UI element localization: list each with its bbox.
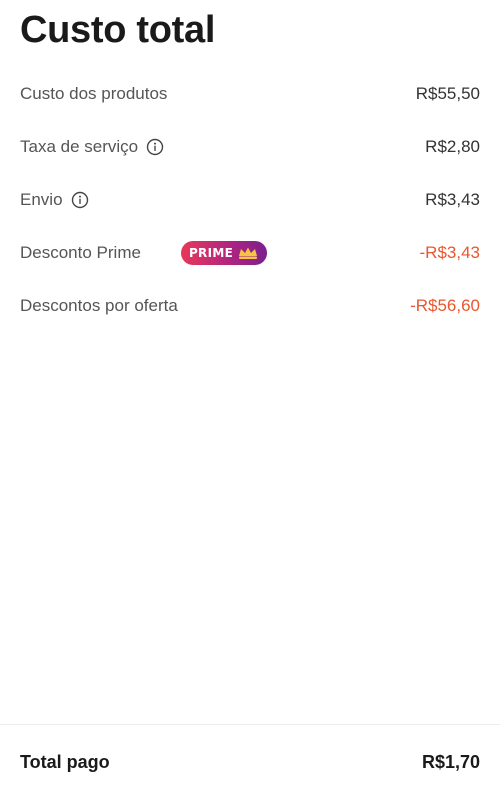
total-paid-row: Total pago R$1,70 bbox=[20, 747, 480, 777]
row-left: Desconto Prime PRIME bbox=[20, 241, 268, 265]
cost-row-offer-discounts: Descontos por oferta -R$56,60 bbox=[20, 291, 480, 321]
info-icon[interactable] bbox=[71, 191, 89, 209]
row-label: Envio bbox=[20, 190, 63, 209]
row-label: Custo dos produtos bbox=[20, 84, 168, 103]
row-left: Envio bbox=[20, 190, 89, 210]
row-left: Taxa de serviço bbox=[20, 137, 164, 157]
row-label: Desconto Prime bbox=[20, 243, 141, 262]
cost-row-products: Custo dos produtos R$55,50 bbox=[20, 79, 480, 109]
cost-row-shipping: Envio R$3,43 bbox=[20, 185, 480, 215]
row-value: R$2,80 bbox=[425, 137, 480, 156]
prime-badge-label: PRIME bbox=[188, 246, 234, 260]
info-icon[interactable] bbox=[146, 138, 164, 156]
total-label: Total pago bbox=[20, 751, 110, 772]
row-left: Custo dos produtos bbox=[20, 84, 167, 104]
row-left: Total pago bbox=[20, 752, 110, 773]
cost-row-service-fee: Taxa de serviço R$2,80 bbox=[20, 132, 480, 162]
row-value: -R$56,60 bbox=[410, 296, 480, 315]
prime-badge: PRIME bbox=[180, 241, 268, 265]
footer-divider bbox=[0, 724, 500, 725]
crown-icon bbox=[237, 246, 259, 260]
row-value: R$3,43 bbox=[425, 190, 480, 209]
row-value: R$55,50 bbox=[415, 84, 480, 103]
row-label: Descontos por oferta bbox=[20, 296, 178, 315]
row-left: Descontos por oferta bbox=[20, 296, 178, 316]
cost-row-prime-discount: Desconto Prime PRIME -R$3,43 bbox=[20, 238, 480, 268]
row-label: Taxa de serviço bbox=[20, 137, 139, 156]
page-title: Custo total bbox=[20, 9, 216, 51]
total-value: R$1,70 bbox=[421, 751, 480, 772]
row-value: -R$3,43 bbox=[419, 243, 480, 262]
